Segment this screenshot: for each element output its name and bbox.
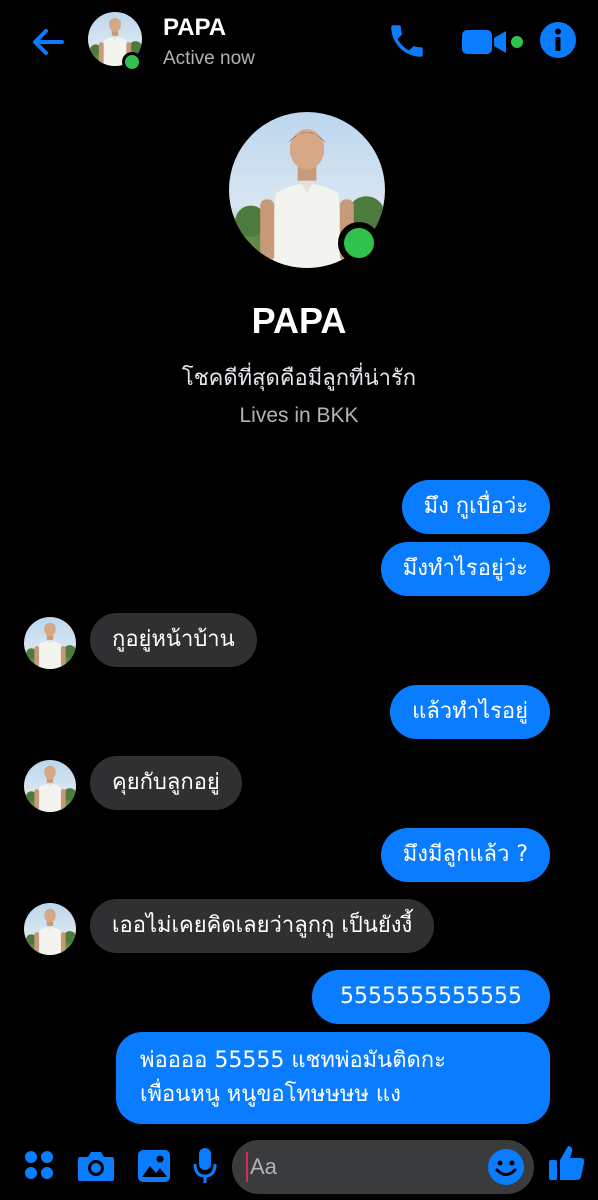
sender-avatar-image bbox=[24, 760, 76, 812]
profile-bio: โชคดีที่สุดคือมีลูกที่น่ารัก bbox=[181, 366, 417, 391]
sender-avatar[interactable] bbox=[24, 760, 76, 812]
info-icon[interactable] bbox=[538, 20, 578, 60]
sender-avatar[interactable] bbox=[24, 617, 76, 669]
message-line: พ่ออออ 55555 แชทพ่อมันติดกะ bbox=[140, 1048, 446, 1073]
message-line: เพื่อนหนู หนูขอโทษษษษ แง bbox=[140, 1082, 401, 1107]
sender-avatar-image bbox=[24, 617, 76, 669]
profile-name: PAPA bbox=[251, 300, 347, 341]
message-input[interactable]: Aa bbox=[232, 1140, 534, 1194]
message-bubble-outgoing[interactable]: มึงมีลูกแล้ว ? bbox=[380, 828, 550, 882]
camera-icon[interactable] bbox=[76, 1148, 116, 1184]
image-icon[interactable] bbox=[136, 1148, 172, 1184]
profile-location: Lives in BKK bbox=[239, 404, 359, 427]
profile-online-indicator bbox=[338, 222, 380, 264]
message-bubble-incoming[interactable]: กูอยู่หน้าบ้าน bbox=[90, 613, 257, 667]
smiley-icon[interactable] bbox=[486, 1147, 526, 1187]
sender-avatar-image bbox=[24, 903, 76, 955]
message-bubble-outgoing[interactable]: มึงทำไรอยู่ว่ะ bbox=[380, 542, 550, 596]
chat-header: PAPA Active now bbox=[0, 0, 598, 84]
message-bubble-outgoing-multiline[interactable]: พ่ออออ 55555 แชทพ่อมันติดกะ เพื่อนหนู หน… bbox=[116, 1032, 550, 1124]
sender-avatar[interactable] bbox=[24, 903, 76, 955]
video-camera-icon[interactable] bbox=[460, 24, 526, 60]
message-bubble-outgoing[interactable]: มึง กูเบื่อว่ะ bbox=[401, 480, 550, 534]
message-bubble-incoming[interactable]: คุยกับลูกอยู่ bbox=[90, 756, 242, 810]
microphone-icon[interactable] bbox=[192, 1146, 218, 1186]
phone-icon[interactable] bbox=[386, 20, 428, 62]
four-dots-icon[interactable] bbox=[22, 1148, 56, 1182]
message-input-placeholder: Aa bbox=[250, 1154, 277, 1179]
contact-name[interactable]: PAPA bbox=[163, 14, 226, 42]
message-bubble-incoming[interactable]: เออไม่เคยคิดเลยว่าลูกกู เป็นยังงี้ bbox=[90, 899, 435, 953]
text-cursor bbox=[246, 1152, 248, 1182]
back-arrow-icon[interactable] bbox=[28, 22, 68, 62]
online-indicator bbox=[122, 52, 142, 72]
thumbs-up-icon[interactable] bbox=[546, 1142, 588, 1184]
active-status: Active now bbox=[163, 48, 255, 69]
message-bubble-outgoing[interactable]: 5555555555555 bbox=[312, 970, 550, 1024]
message-bubble-outgoing[interactable]: แล้วทำไรอยู่ bbox=[390, 685, 550, 739]
